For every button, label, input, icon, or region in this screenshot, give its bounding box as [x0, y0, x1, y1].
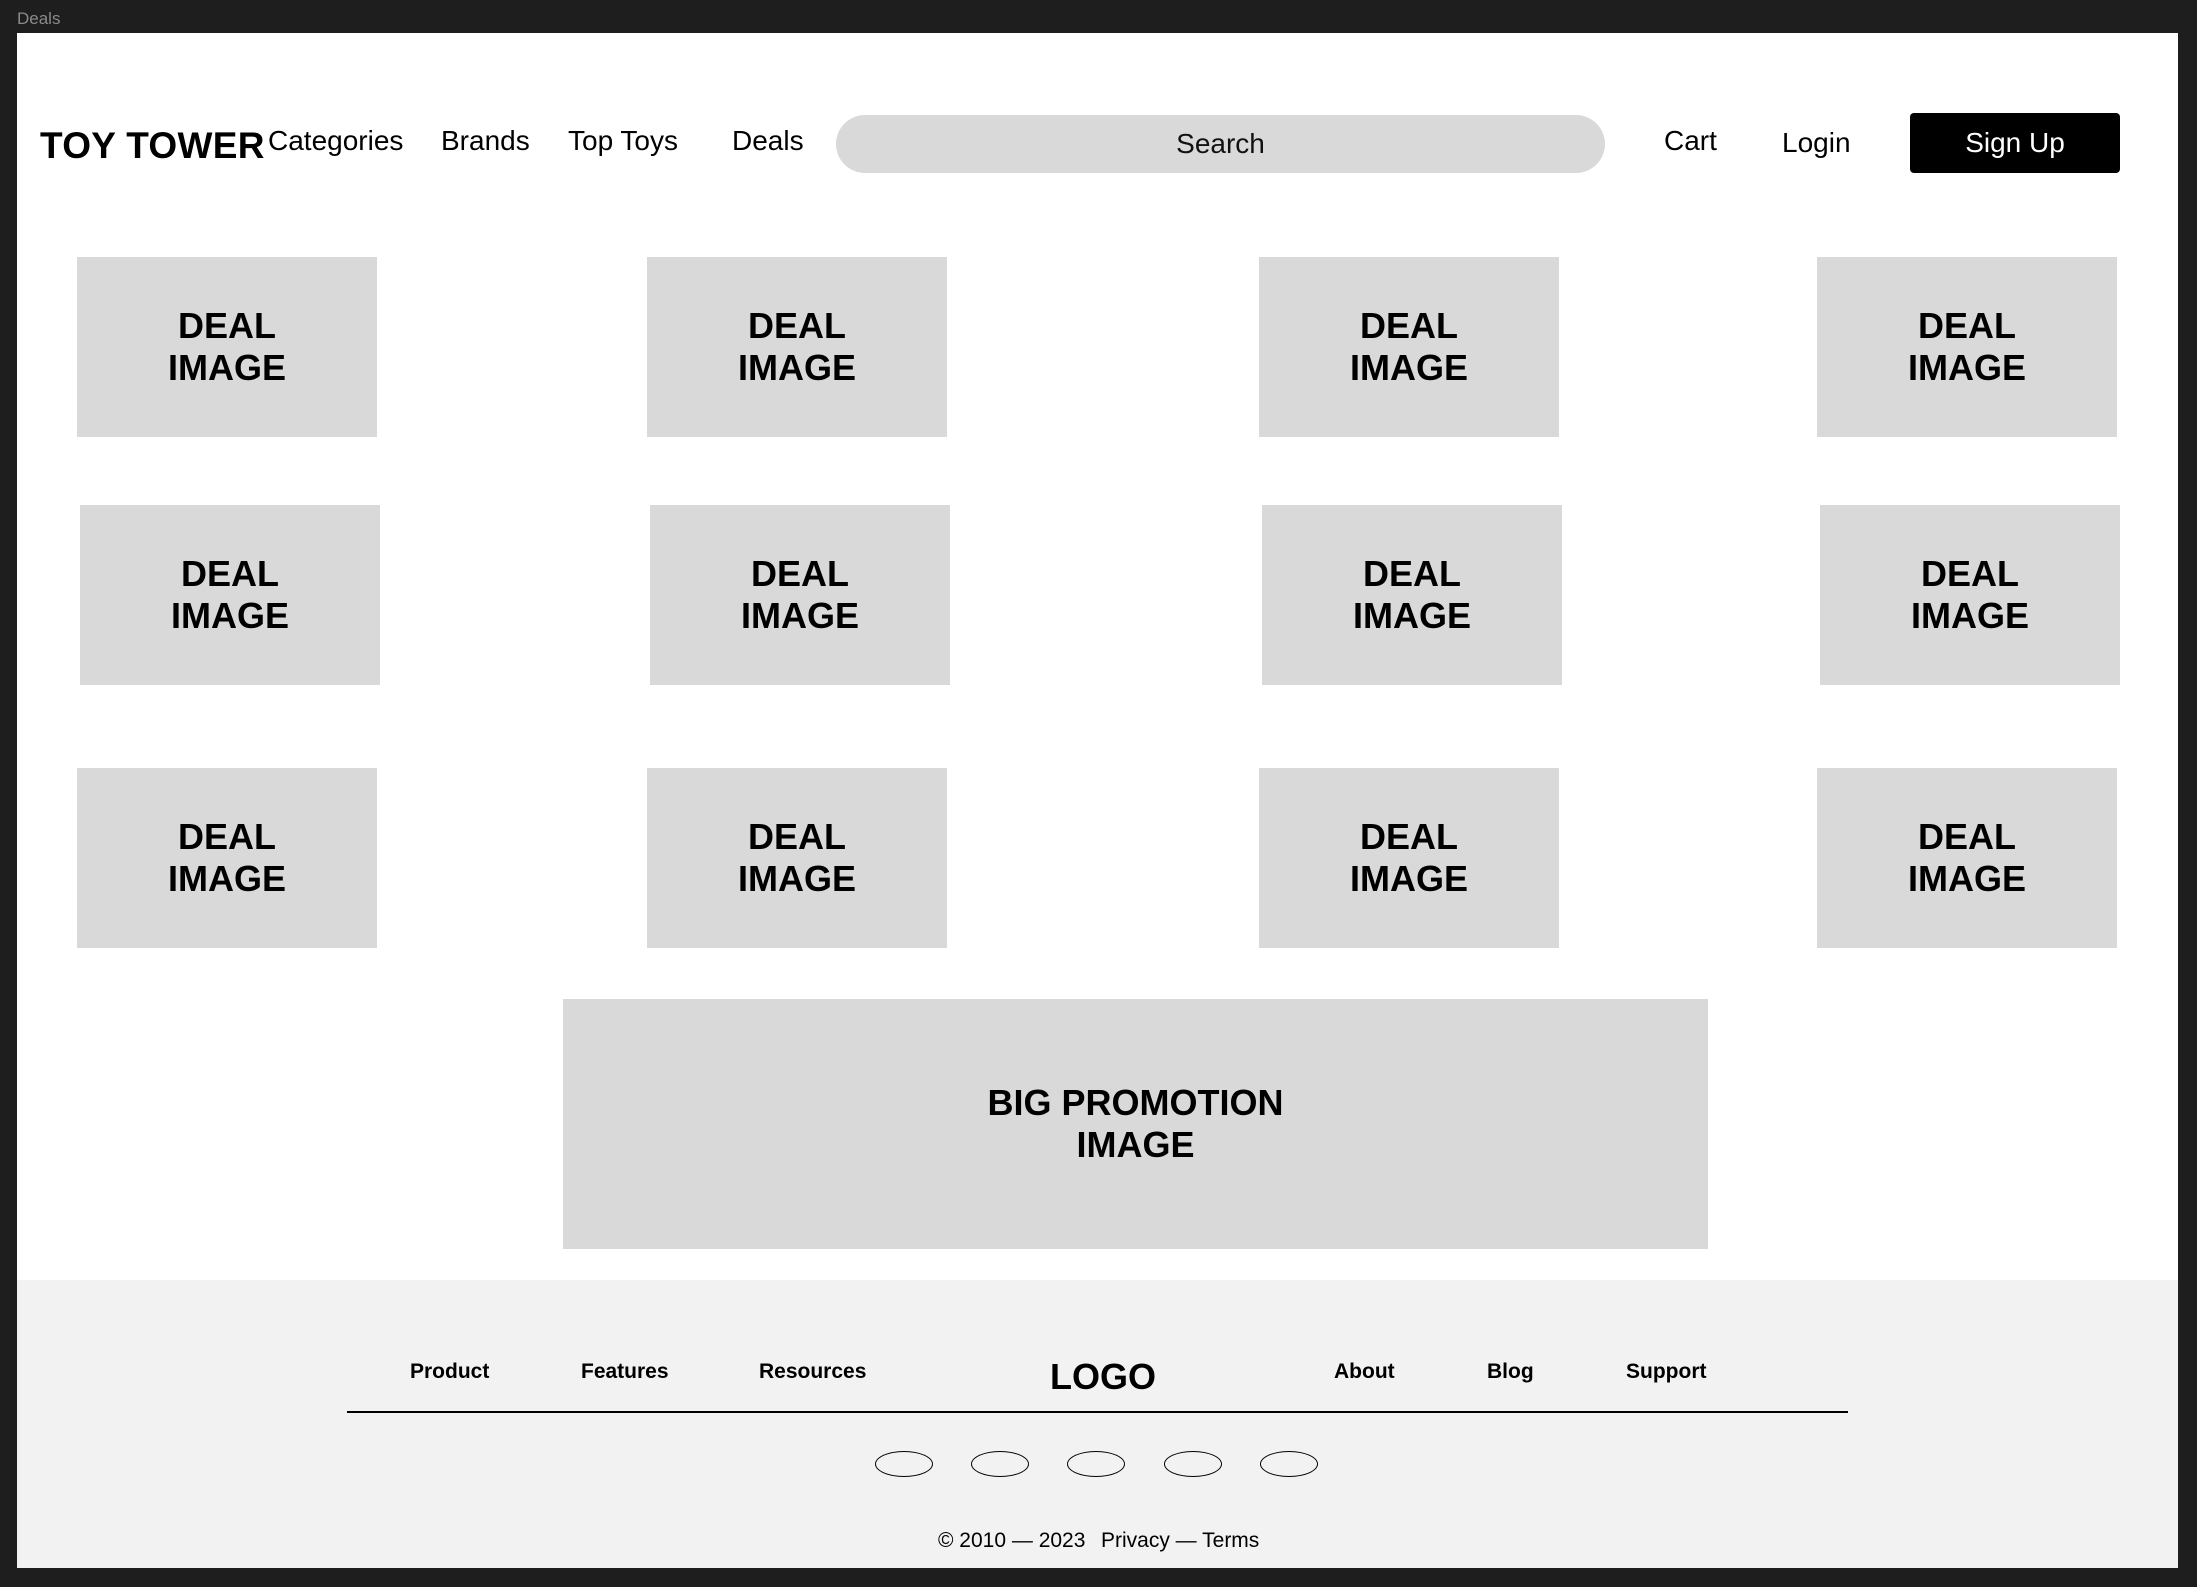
deal-label: DEAL IMAGE [167, 305, 286, 388]
deal-tile[interactable]: DEAL IMAGE [77, 768, 377, 948]
deal-tile[interactable]: DEAL IMAGE [1259, 257, 1559, 437]
promo-label: BIG PROMOTION IMAGE [987, 1082, 1284, 1165]
deal-label: DEAL IMAGE [1349, 305, 1468, 388]
nav-top-toys[interactable]: Top Toys [568, 125, 678, 157]
deal-label: DEAL IMAGE [737, 305, 856, 388]
deal-tile[interactable]: DEAL IMAGE [1817, 768, 2117, 948]
footer-divider [347, 1411, 1848, 1413]
deal-label: DEAL IMAGE [1910, 553, 2029, 636]
deal-tile[interactable]: DEAL IMAGE [1262, 505, 1562, 685]
footer-link-product[interactable]: Product [410, 1360, 489, 1384]
deal-label: DEAL IMAGE [1907, 816, 2026, 899]
copyright-text: © 2010 — 2023 [938, 1529, 1086, 1552]
footer-link-blog[interactable]: Blog [1487, 1360, 1534, 1384]
nav-deals[interactable]: Deals [732, 125, 804, 157]
deal-label: DEAL IMAGE [740, 553, 859, 636]
social-icon[interactable] [971, 1451, 1029, 1477]
search-input[interactable] [836, 115, 1605, 173]
deal-tile[interactable]: DEAL IMAGE [77, 257, 377, 437]
cart-link[interactable]: Cart [1664, 125, 1717, 157]
sign-up-button[interactable]: Sign Up [1910, 113, 2120, 173]
nav-categories[interactable]: Categories [268, 125, 403, 157]
deal-tile[interactable]: DEAL IMAGE [647, 257, 947, 437]
footer-logo: LOGO [1050, 1356, 1156, 1397]
footer-link-features[interactable]: Features [581, 1360, 669, 1384]
deal-tile[interactable]: DEAL IMAGE [1259, 768, 1559, 948]
deal-label: DEAL IMAGE [737, 816, 856, 899]
footer-link-about[interactable]: About [1334, 1360, 1395, 1384]
nav-brands[interactable]: Brands [441, 125, 530, 157]
social-icon[interactable] [1067, 1451, 1125, 1477]
deal-tile[interactable]: DEAL IMAGE [647, 768, 947, 948]
social-icon[interactable] [875, 1451, 933, 1477]
deal-tile[interactable]: DEAL IMAGE [80, 505, 380, 685]
deal-tile[interactable]: DEAL IMAGE [1817, 257, 2117, 437]
deal-label: DEAL IMAGE [1352, 553, 1471, 636]
social-icon[interactable] [1260, 1451, 1318, 1477]
legal-links[interactable]: Privacy — Terms [1101, 1529, 1259, 1553]
footer: Product Features Resources LOGO About Bl… [17, 1280, 2178, 1568]
deal-label: DEAL IMAGE [1907, 305, 2026, 388]
login-link[interactable]: Login [1782, 127, 1851, 159]
site-logo[interactable]: TOY TOWER [40, 125, 265, 167]
footer-link-resources[interactable]: Resources [759, 1360, 866, 1384]
page-frame: TOY TOWER Categories Brands Top Toys Dea… [17, 33, 2178, 1568]
deal-label: DEAL IMAGE [167, 816, 286, 899]
deal-tile[interactable]: DEAL IMAGE [650, 505, 950, 685]
deal-label: DEAL IMAGE [170, 553, 289, 636]
promo-banner[interactable]: BIG PROMOTION IMAGE [563, 999, 1708, 1249]
footer-link-support[interactable]: Support [1626, 1360, 1706, 1384]
frame-label: Deals [17, 9, 61, 28]
deal-label: DEAL IMAGE [1349, 816, 1468, 899]
social-icon[interactable] [1164, 1451, 1222, 1477]
deal-tile[interactable]: DEAL IMAGE [1820, 505, 2120, 685]
